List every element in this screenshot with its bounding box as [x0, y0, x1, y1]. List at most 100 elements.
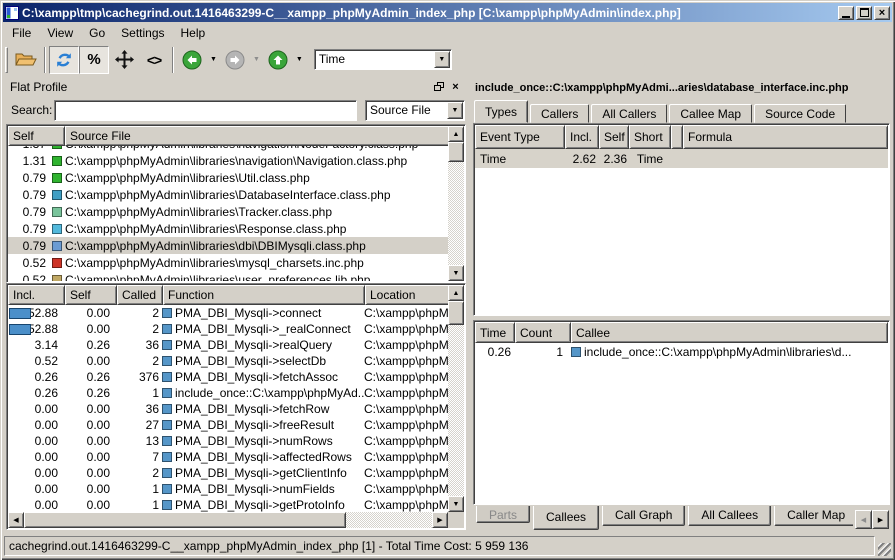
function-name-cell: PMA_DBI_Mysqli->_realConnect: [162, 322, 364, 336]
function-row[interactable]: 0.000.0013PMA_DBI_Mysqli->numRowsC:\xamp…: [8, 433, 448, 449]
tab-types[interactable]: Types: [474, 100, 528, 123]
function-row[interactable]: 0.000.001PMA_DBI_Mysqli->getProtoInfoC:\…: [8, 497, 448, 512]
function-row[interactable]: 0.260.26376PMA_DBI_Mysqli->fetchAssocC:\…: [8, 369, 448, 385]
function-row[interactable]: 0.000.007PMA_DBI_Mysqli->affectedRowsC:\…: [8, 449, 448, 465]
function-row[interactable]: 0.000.001PMA_DBI_Mysqli->numFieldsC:\xam…: [8, 481, 448, 497]
column-header-self[interactable]: Self: [65, 285, 117, 305]
combobox-button[interactable]: ▼: [447, 102, 463, 119]
tab-callers[interactable]: Callers: [530, 104, 589, 123]
back-button[interactable]: [177, 46, 207, 74]
function-name: PMA_DBI_Mysqli->getClientInfo: [175, 466, 347, 480]
file-row[interactable]: 0.79C:\xampp\phpMyAdmin\libraries\Util.c…: [8, 169, 448, 186]
close-button[interactable]: ×: [874, 6, 890, 20]
menu-view[interactable]: View: [39, 24, 81, 42]
shorten-templates-button[interactable]: <>: [139, 46, 169, 74]
menu-file[interactable]: File: [4, 24, 39, 42]
types-column-header-blank[interactable]: [671, 125, 683, 149]
file-table-vscrollbar[interactable]: ▲ ▼: [448, 126, 464, 281]
types-column-header-self[interactable]: Self: [599, 125, 629, 149]
types-column-header-short[interactable]: Short: [629, 125, 671, 149]
tab-source-code[interactable]: Source Code: [754, 104, 846, 123]
file-row[interactable]: 0.52C:\xampp\phpMyAdmin\libraries\user_p…: [8, 271, 448, 281]
scroll-up-button[interactable]: ▲: [448, 285, 464, 301]
types-column-header-event-type[interactable]: Event Type: [475, 125, 565, 149]
column-header-incl[interactable]: Incl.: [8, 285, 65, 305]
types-column-header-formula[interactable]: Formula: [683, 125, 888, 149]
force-dump-button[interactable]: [49, 46, 79, 74]
file-row[interactable]: 0.79C:\xampp\phpMyAdmin\libraries\Databa…: [8, 186, 448, 203]
float-panel-button[interactable]: [431, 80, 446, 94]
minimize-button[interactable]: [838, 6, 854, 20]
function-row[interactable]: 52.880.002PMA_DBI_Mysqli->connectC:\xamp…: [8, 305, 448, 321]
function-table-hscrollbar[interactable]: ◀ ▶: [8, 512, 448, 528]
scroll-left-button[interactable]: ◀: [8, 512, 24, 528]
maximize-button[interactable]: [856, 6, 872, 20]
bottom-tab-callees[interactable]: Callees: [533, 506, 599, 530]
function-row[interactable]: 0.260.261include_once::C:\xampp\phpMyAd.…: [8, 385, 448, 401]
menu-help[interactable]: Help: [173, 24, 214, 42]
open-file-button[interactable]: [11, 46, 41, 74]
scroll-down-button[interactable]: ▼: [448, 496, 464, 512]
callees-column-header-count[interactable]: Count: [515, 322, 571, 343]
callees-column-header-time[interactable]: Time: [475, 322, 515, 343]
up-button[interactable]: [263, 46, 293, 74]
forward-dropdown-arrow[interactable]: ▼: [250, 46, 263, 74]
scroll-down-button[interactable]: ▼: [448, 265, 464, 281]
tab-scroll-left-button[interactable]: ◀: [855, 510, 872, 529]
column-header-self[interactable]: Self: [8, 126, 65, 146]
column-header-called[interactable]: Called: [117, 285, 163, 305]
function-self: 0.00: [64, 354, 116, 368]
callee-row[interactable]: 0.261include_once::C:\xampp\phpMyAdmin\l…: [475, 343, 888, 361]
menu-go[interactable]: Go: [81, 24, 113, 42]
scroll-thumb[interactable]: [24, 512, 346, 528]
file-row[interactable]: 1.31C:\xampp\phpMyAdmin\libraries\naviga…: [8, 152, 448, 169]
relative-cost-button[interactable]: %: [79, 46, 109, 74]
scroll-up-button[interactable]: ▲: [448, 126, 464, 142]
combobox-button[interactable]: ▼: [434, 51, 450, 68]
event-type-value: Time: [319, 52, 345, 66]
scroll-right-button[interactable]: ▶: [432, 512, 448, 528]
scroll-thumb[interactable]: [448, 301, 464, 325]
file-row[interactable]: 0.79C:\xampp\phpMyAdmin\libraries\dbi\DB…: [8, 237, 448, 254]
function-row[interactable]: 0.000.0036PMA_DBI_Mysqli->fetchRowC:\xam…: [8, 401, 448, 417]
bottom-tab-parts: Parts: [476, 506, 530, 523]
scroll-thumb[interactable]: [448, 142, 464, 162]
types-column-header-incl[interactable]: Incl.: [565, 125, 599, 149]
event-type-self: 2.36: [599, 152, 629, 166]
column-header-function[interactable]: Function: [163, 285, 365, 305]
cycle-detection-button[interactable]: [109, 46, 139, 74]
function-row[interactable]: 0.520.002PMA_DBI_Mysqli->selectDbC:\xamp…: [8, 353, 448, 369]
bottom-tab-call-graph[interactable]: Call Graph: [602, 506, 685, 526]
function-row[interactable]: 52.880.002PMA_DBI_Mysqli->_realConnectC:…: [8, 321, 448, 337]
bottom-tab-all-callees[interactable]: All Callees: [688, 506, 771, 526]
close-panel-button[interactable]: ×: [448, 80, 463, 94]
file-row[interactable]: 0.79C:\xampp\phpMyAdmin\libraries\Tracke…: [8, 203, 448, 220]
function-row[interactable]: 0.000.002PMA_DBI_Mysqli->getClientInfoC:…: [8, 465, 448, 481]
back-dropdown-arrow[interactable]: ▼: [207, 46, 220, 74]
resize-grip[interactable]: [878, 543, 891, 556]
search-input[interactable]: [54, 100, 357, 121]
group-by-combobox[interactable]: Source File ▼: [365, 100, 465, 121]
event-type-row[interactable]: Time2.622.36Time: [475, 149, 888, 168]
scroll-up-icon: ▲: [453, 290, 460, 297]
function-row[interactable]: 0.000.0027PMA_DBI_Mysqli->freeResultC:\x…: [8, 417, 448, 433]
bottom-tab-caller-map[interactable]: Caller Map: [774, 506, 853, 526]
file-row[interactable]: 0.52C:\xampp\phpMyAdmin\libraries\mysql_…: [8, 254, 448, 271]
file-row[interactable]: 0.79C:\xampp\phpMyAdmin\libraries\Respon…: [8, 220, 448, 237]
up-dropdown-arrow[interactable]: ▼: [293, 46, 306, 74]
tab-scroll-right-button[interactable]: ▶: [872, 510, 889, 529]
column-header-source-file[interactable]: Source File: [65, 126, 464, 146]
callees-column-header-callee[interactable]: Callee: [571, 322, 888, 343]
function-name-cell: PMA_DBI_Mysqli->selectDb: [162, 354, 364, 368]
titlebar[interactable]: C:\xampp\tmp\cachegrind.out.1416463299-C…: [3, 3, 892, 22]
tab-all-callers[interactable]: All Callers: [591, 104, 667, 123]
event-type-combobox[interactable]: Time ▼: [314, 49, 452, 70]
toolbar-grip[interactable]: [5, 47, 8, 73]
function-incl: 3.14: [8, 338, 64, 352]
menu-settings[interactable]: Settings: [113, 24, 172, 42]
function-rows: 52.880.002PMA_DBI_Mysqli->connectC:\xamp…: [8, 305, 448, 512]
function-table-vscrollbar[interactable]: ▲ ▼: [448, 285, 464, 512]
forward-button[interactable]: [220, 46, 250, 74]
tab-callee-map[interactable]: Callee Map: [669, 104, 752, 123]
function-row[interactable]: 3.140.2636PMA_DBI_Mysqli->realQueryC:\xa…: [8, 337, 448, 353]
